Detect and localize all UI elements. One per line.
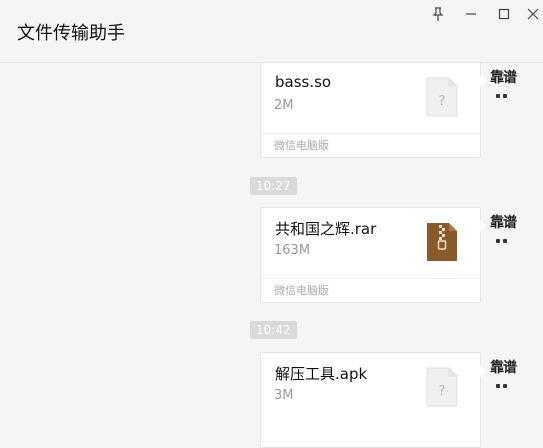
avatar-text: 靠谱: [490, 70, 517, 86]
source-label: 微信电脑版: [261, 278, 480, 303]
timestamp-badge: 10:42: [250, 321, 297, 339]
svg-text:?: ?: [439, 384, 446, 399]
avatar-text: 靠谱: [490, 215, 517, 231]
file-message-card[interactable]: bass.so 2M ? 微信电脑版: [260, 62, 487, 158]
close-icon[interactable]: [525, 6, 541, 22]
title-bar: 文件传输助手: [0, 0, 543, 63]
chat-area[interactable]: bass.so 2M ? 微信电脑版 靠谱 10:27 共和国之辉.rar 16…: [0, 62, 543, 448]
file-message-card[interactable]: 共和国之辉.rar 163M 微信电脑版: [260, 207, 487, 303]
svg-text:?: ?: [439, 94, 446, 109]
avatar[interactable]: 靠谱: [490, 70, 524, 104]
file-name: 共和国之辉.rar: [275, 220, 377, 238]
unknown-file-icon: ?: [426, 367, 458, 407]
avatar-text: 靠谱: [490, 360, 517, 376]
bubble-arrow: [480, 220, 487, 232]
archive-file-icon: [426, 222, 458, 262]
file-name: bass.so: [275, 73, 332, 91]
bubble-arrow: [480, 75, 487, 87]
window-title: 文件传输助手: [17, 23, 125, 44]
minimize-icon[interactable]: [463, 6, 479, 22]
file-size: 3M: [274, 388, 294, 403]
avatar[interactable]: 靠谱: [490, 360, 524, 394]
pin-icon[interactable]: [430, 6, 446, 22]
file-message-card[interactable]: 解压工具.apk 3M ?: [260, 352, 487, 448]
unknown-file-icon: ?: [426, 77, 458, 117]
avatar[interactable]: 靠谱: [490, 215, 524, 249]
source-label: 微信电脑版: [261, 133, 480, 158]
file-name: 解压工具.apk: [275, 365, 368, 383]
bubble-arrow: [480, 365, 487, 377]
timestamp-badge: 10:27: [250, 177, 297, 195]
file-size: 163M: [274, 243, 311, 258]
maximize-icon[interactable]: [496, 6, 512, 22]
file-size: 2M: [274, 98, 294, 113]
